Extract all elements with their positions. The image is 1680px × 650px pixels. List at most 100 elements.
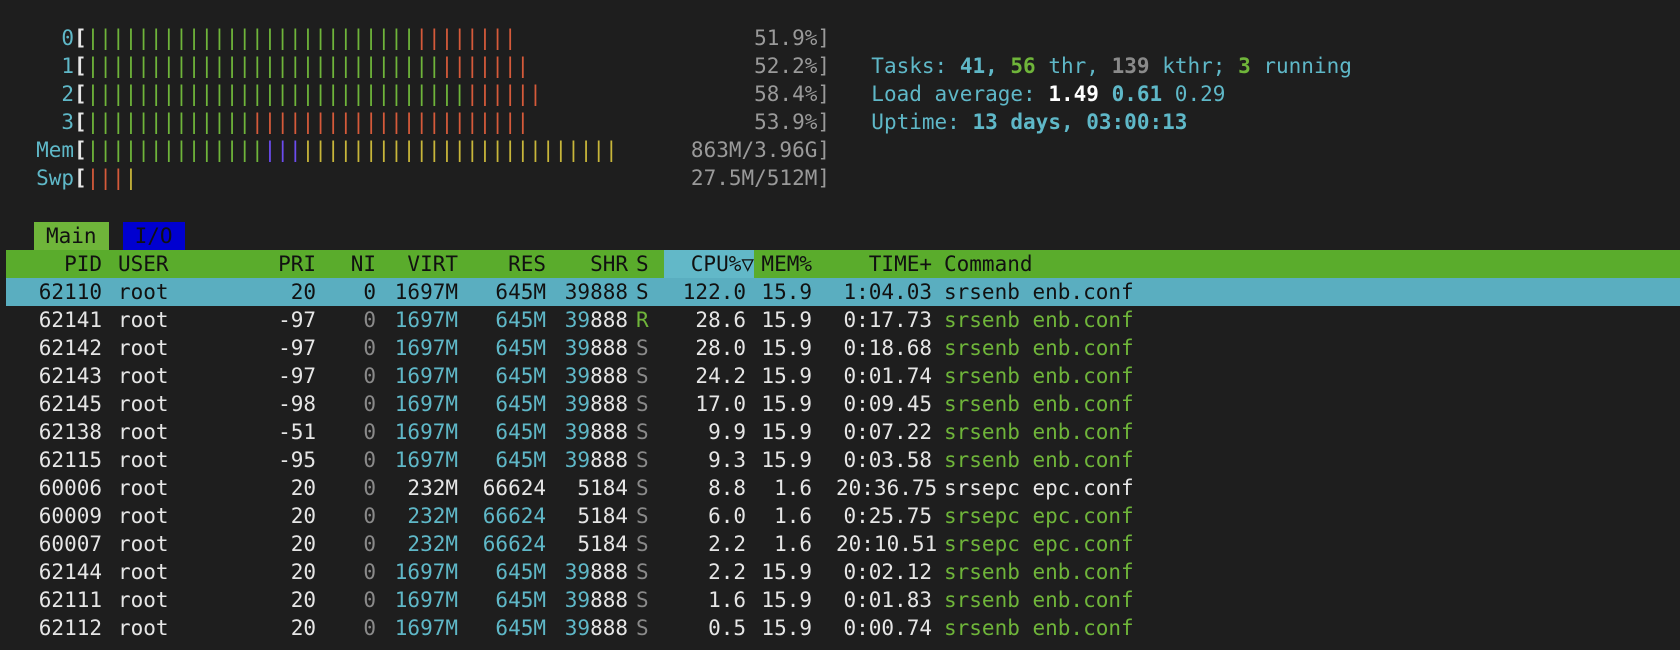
cell-shr: 39888 [554, 446, 628, 474]
cell-user: root [118, 504, 169, 528]
cell-cmd: srsenb enb.conf [944, 448, 1134, 472]
cell-pri: -51 [278, 420, 316, 444]
table-row[interactable]: 62145 root -98 0 1697M 645M 17.0 15.9 0:09.45 srs… [6, 390, 1680, 418]
cell-ni: 0 [363, 280, 376, 304]
meter-bracket: [ [74, 138, 87, 162]
table-row[interactable]: 62144 root 20 0 1697M 645M 2.2 15.9 0:02.12 srsen… [6, 558, 1680, 586]
cell-pid: 62115 [38, 448, 102, 472]
cell-shr-low: 888 [590, 420, 628, 444]
memory-meter: Mem[|||||||||||||| ||| |||||||||||||||||||… [0, 136, 830, 164]
meter-bar-segment: |||||||||||||||||||||| [251, 110, 530, 134]
meter-label: 1 [61, 54, 74, 78]
cell-pid: 62110 [38, 280, 102, 304]
table-row[interactable]: 60009 root 20 0 232M 66624 6.0 1.6 0:25.75 srsepc… [6, 502, 1680, 530]
cell-time: 20:36.75 [836, 476, 938, 500]
cell-shr-low: 5184 [577, 532, 628, 556]
table-row[interactable]: 62143 root -97 0 1697M 645M 24.2 15.9 0:01.74 srs… [6, 362, 1680, 390]
cell-time: 0:03.58 [843, 448, 932, 472]
cell-user: root [118, 616, 169, 640]
cell-pri: -97 [278, 308, 316, 332]
col-shr[interactable]: SHR [554, 250, 628, 278]
cell-cpu: 24.2 [695, 364, 746, 388]
cell-mem: 15.9 [761, 560, 812, 584]
meter-label: Mem [36, 138, 74, 162]
cell-virt: 1697M [394, 308, 458, 332]
col-pri[interactable]: PRI [256, 250, 316, 278]
col-state[interactable]: S [636, 250, 649, 278]
meter-bracket: [ [74, 26, 87, 50]
col-mem[interactable]: MEM% [750, 250, 812, 278]
col-pid[interactable]: PID [6, 250, 102, 278]
cell-virt: 1697M [394, 392, 458, 416]
cell-res: 645M [495, 560, 546, 584]
cell-virt: 232M [407, 532, 458, 556]
col-ni[interactable]: NI [336, 250, 376, 278]
cell-user: root [118, 420, 169, 444]
cell-shr: 39888 [554, 334, 628, 362]
table-row[interactable]: 62112 root 20 0 1697M 645M 0.5 15.9 0:00.74 srsen… [6, 614, 1680, 642]
meter-value: 52.2%] [754, 54, 830, 78]
uptime-value: 13 days, 03:00:13 [972, 110, 1188, 134]
cell-pri: 20 [290, 560, 316, 584]
meter-value: 53.9%] [754, 110, 830, 134]
cell-user: root [118, 308, 169, 332]
cell-res: 645M [495, 280, 546, 304]
col-virt[interactable]: VIRT [386, 250, 458, 278]
cell-time: 0:02.12 [843, 560, 932, 584]
cell-shr-high: 39 [564, 336, 591, 360]
cell-time: 0:07.22 [843, 420, 932, 444]
cell-pri: 20 [290, 532, 316, 556]
tab-io[interactable]: I/O [122, 222, 185, 250]
cell-res: 66624 [482, 504, 546, 528]
meter-label: 2 [61, 82, 74, 106]
cell-pri: -97 [278, 364, 316, 388]
table-row[interactable]: 62141 root -97 0 1697M 645M 28.6 15.9 0:17.73 srs… [6, 306, 1680, 334]
cell-cmd: srsepc epc.conf [944, 532, 1134, 556]
cell-state: S [636, 532, 649, 556]
cell-time: 20:10.51 [836, 532, 938, 556]
table-row[interactable]: 62138 root -51 0 1697M 645M 9.9 15.9 0:07.22 srse… [6, 418, 1680, 446]
table-row[interactable]: 60006 root 20 0 232M 66624 8.8 1.6 20:36.75 srsep… [6, 474, 1680, 502]
table-row[interactable]: 62111 root 20 0 1697M 645M 1.6 15.9 0:01.83 srsen… [6, 586, 1680, 614]
meter-bracket: [ [74, 54, 87, 78]
cell-cpu: 2.2 [708, 560, 746, 584]
table-row[interactable]: 60007 root 20 0 232M 66624 2.2 1.6 20:10.51 srsep… [6, 530, 1680, 558]
cell-cmd: srsenb enb.conf [944, 364, 1134, 388]
cell-state: S [636, 476, 649, 500]
cell-state: S [636, 280, 649, 304]
cell-pid: 60007 [38, 532, 102, 556]
cell-time: 0:09.45 [843, 392, 932, 416]
cell-cmd: srsenb enb.conf [944, 280, 1134, 304]
col-command[interactable]: Command [944, 250, 1033, 278]
table-row[interactable]: 62115 root -95 0 1697M 645M 9.3 15.9 0:03.58 srse… [6, 446, 1680, 474]
cell-time: 0:00.74 [843, 616, 932, 640]
cell-shr-high: 39 [564, 392, 591, 416]
cell-cpu: 6.0 [708, 504, 746, 528]
col-res[interactable]: RES [468, 250, 546, 278]
table-row[interactable]: 62110 root 20 0 1697M 645M 122.0 15.9 1:04.03 srs… [6, 278, 1680, 306]
cell-cpu: 122.0 [682, 280, 746, 304]
cell-res: 645M [495, 448, 546, 472]
process-table-header: PID USER PRI NI VIRT RES SHR S CPU%▽ MEM… [6, 250, 1680, 278]
cell-ni: 0 [363, 588, 376, 612]
col-cpu-sorted[interactable]: CPU%▽ [664, 250, 754, 278]
meter-bar-segment: |||||||||||||||||||||||||| [86, 26, 416, 50]
cell-pri: 20 [290, 504, 316, 528]
cell-mem: 1.6 [774, 532, 812, 556]
tab-main[interactable]: Main [34, 222, 109, 250]
cell-mem: 15.9 [761, 392, 812, 416]
cell-shr-low: 888 [590, 336, 628, 360]
cell-pid: 62138 [38, 420, 102, 444]
cell-cpu: 28.6 [695, 308, 746, 332]
cell-res: 645M [495, 588, 546, 612]
cell-pri: 20 [290, 280, 316, 304]
cell-time: 0:01.74 [843, 364, 932, 388]
meter-bracket: [ [74, 110, 87, 134]
col-time[interactable]: TIME+ [836, 250, 932, 278]
cell-virt: 1697M [394, 336, 458, 360]
meter-bar-segment: |||||||||||||| [86, 138, 264, 162]
cell-shr-low: 5184 [577, 504, 628, 528]
table-row[interactable]: 62142 root -97 0 1697M 645M 28.0 15.9 0:18.68 srs… [6, 334, 1680, 362]
col-user[interactable]: USER [118, 250, 169, 278]
cell-res: 645M [495, 336, 546, 360]
